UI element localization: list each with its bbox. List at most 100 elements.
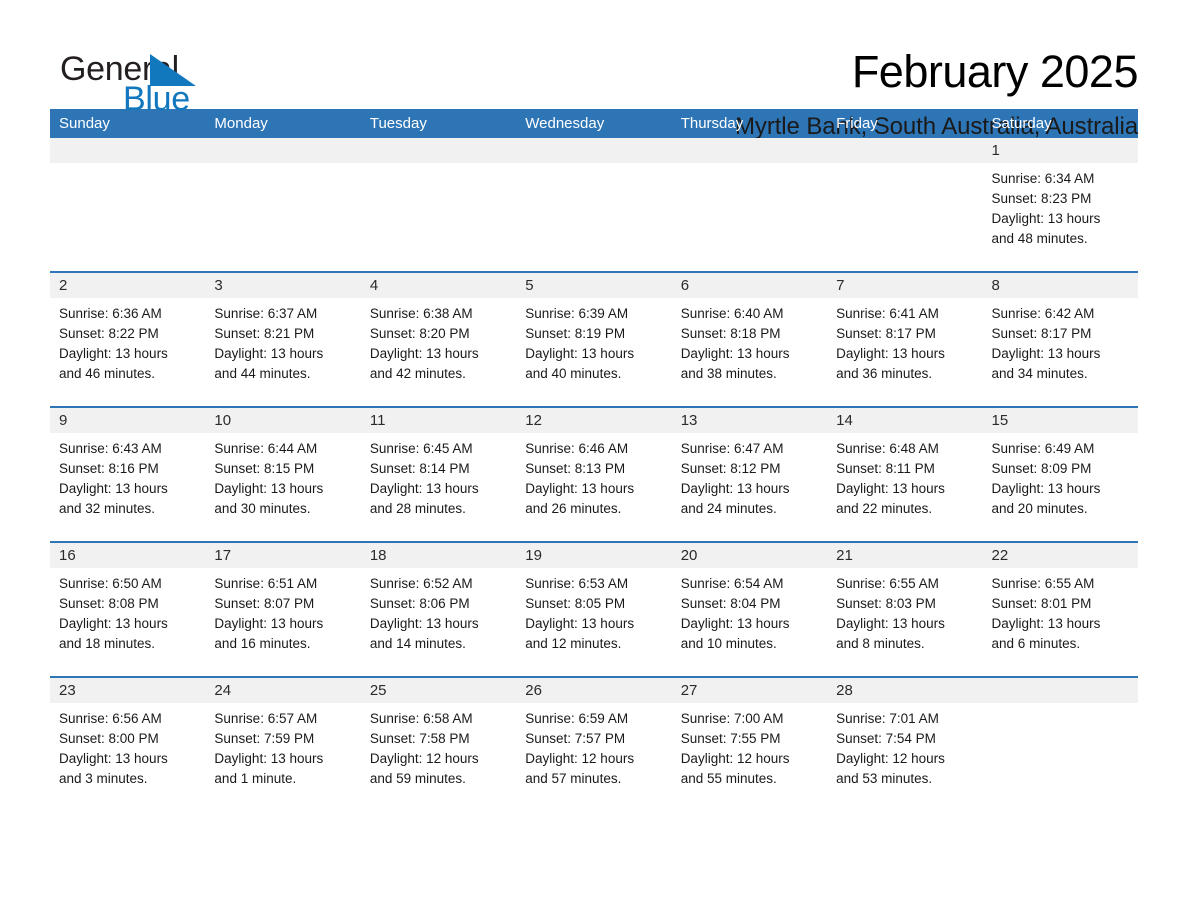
sunset-time: Sunset: 8:11 PM xyxy=(836,461,935,476)
page-title: February 2025 xyxy=(851,46,1139,97)
day-number: 13 xyxy=(671,408,828,433)
sunrise-time: Sunrise: 6:46 AM xyxy=(525,441,629,456)
weekday-header-tuesday: Tuesday xyxy=(369,115,427,132)
daylight-duration-line1: Daylight: 13 hours xyxy=(836,481,945,496)
calendar-day-cell[interactable]: 23 Sunrise: 6:56 AM Sunset: 8:00 PM Dayligh… xyxy=(50,678,206,811)
sunset-time: Sunset: 8:07 PM xyxy=(214,596,315,611)
calendar-day-cell[interactable]: 9 Sunrise: 6:43 AM Sunset: 8:16 PM Daylight… xyxy=(50,408,206,541)
daylight-duration-line2: and 6 minutes. xyxy=(991,636,1081,651)
calendar-week-row: 16 Sunrise: 6:50 AM Sunset: 8:08 PM Dayligh… xyxy=(50,541,1138,676)
daylight-duration-line1: Daylight: 13 hours xyxy=(525,616,635,631)
day-number xyxy=(516,138,672,163)
daylight-duration-line2: and 57 minutes. xyxy=(525,771,622,786)
day-sun-info: Sunrise: 6:41 AM Sunset: 8:17 PM Daylight:… xyxy=(827,298,982,384)
calendar-day-cell[interactable]: 5 Sunrise: 6:39 AM Sunset: 8:19 PM Daylight… xyxy=(516,273,672,406)
calendar-day-cell[interactable]: 11 Sunrise: 6:45 AM Sunset: 8:14 PM Dayligh… xyxy=(360,408,517,541)
sunset-time: Sunset: 8:04 PM xyxy=(680,596,781,611)
sunset-time: Sunset: 7:54 PM xyxy=(836,731,936,746)
daylight-duration-line2: and 30 minutes. xyxy=(214,501,311,516)
calendar-day-cell[interactable]: 17 Sunrise: 6:51 AM Sunset: 8:07 PM Dayligh… xyxy=(205,543,361,676)
calendar-day-cell[interactable]: 27 Sunrise: 7:00 AM Sunset: 7:55 PM Dayligh… xyxy=(671,678,828,811)
sunrise-time: Sunrise: 6:40 AM xyxy=(680,306,784,321)
day-sun-info: Sunrise: 6:50 AM Sunset: 8:08 PM Daylight:… xyxy=(50,568,205,654)
calendar-day-cell[interactable]: 20 Sunrise: 6:54 AM Sunset: 8:04 PM Dayligh… xyxy=(671,543,828,676)
daylight-duration-line2: and 26 minutes. xyxy=(525,501,622,516)
calendar-day-cell[interactable]: 24 Sunrise: 6:57 AM Sunset: 7:59 PM Dayligh… xyxy=(205,678,361,811)
weekday-header-wednesday: Wednesday xyxy=(525,115,605,132)
sunrise-time: Sunrise: 6:48 AM xyxy=(836,441,939,456)
calendar-day-cell[interactable]: 2 Sunrise: 6:36 AM Sunset: 8:22 PM Daylight… xyxy=(50,273,206,406)
sunset-time: Sunset: 8:01 PM xyxy=(991,596,1092,611)
day-sun-info: Sunrise: 6:34 AM Sunset: 8:23 PM Daylight:… xyxy=(983,163,1138,249)
calendar-day-cell[interactable]: 6 Sunrise: 6:40 AM Sunset: 8:18 PM Daylight… xyxy=(671,273,828,406)
sunrise-time: Sunrise: 6:59 AM xyxy=(525,711,629,726)
calendar-day-cell[interactable]: 1 Sunrise: 6:34 AM Sunset: 8:23 PM Daylight… xyxy=(982,138,1138,271)
calendar-day-cell[interactable]: 12 Sunrise: 6:46 AM Sunset: 8:13 PM Dayligh… xyxy=(516,408,672,541)
daylight-duration-line2: and 3 minutes. xyxy=(59,771,148,786)
day-number: 1 xyxy=(982,138,1138,163)
day-number: 10 xyxy=(205,408,361,433)
day-number: 5 xyxy=(516,273,672,298)
general-blue-logo[interactable]: General Blue xyxy=(50,46,240,118)
sunset-time: Sunset: 8:22 PM xyxy=(59,326,159,341)
calendar-day-cell[interactable]: 25 Sunrise: 6:58 AM Sunset: 7:58 PM Dayligh… xyxy=(360,678,517,811)
day-number: 9 xyxy=(50,408,206,433)
daylight-duration-line2: and 1 minute. xyxy=(214,771,297,786)
sunset-time: Sunset: 8:23 PM xyxy=(991,191,1092,206)
day-number: 24 xyxy=(205,678,361,703)
day-number: 4 xyxy=(360,273,517,298)
calendar-day-cell[interactable]: 10 Sunrise: 6:44 AM Sunset: 8:15 PM Dayligh… xyxy=(205,408,361,541)
calendar-week-row: 23 Sunrise: 6:56 AM Sunset: 8:00 PM Dayligh… xyxy=(50,676,1138,811)
calendar-day-cell[interactable]: 8 Sunrise: 6:42 AM Sunset: 8:17 PM Daylight… xyxy=(982,273,1138,406)
calendar-day-cell[interactable]: 14 Sunrise: 6:48 AM Sunset: 8:11 PM Dayligh… xyxy=(827,408,983,541)
calendar-weeks: 1 Sunrise: 6:34 AM Sunset: 8:23 PM Daylight… xyxy=(50,138,1138,811)
daylight-duration-line2: and 36 minutes. xyxy=(836,366,933,381)
sunrise-time: Sunrise: 6:44 AM xyxy=(214,441,318,456)
day-sun-info: Sunrise: 6:40 AM Sunset: 8:18 PM Daylight:… xyxy=(672,298,827,384)
day-sun-info: Sunrise: 6:49 AM Sunset: 8:09 PM Daylight:… xyxy=(983,433,1138,519)
calendar-day-cell[interactable]: 28 Sunrise: 7:01 AM Sunset: 7:54 PM Dayligh… xyxy=(827,678,983,811)
calendar-day-cell[interactable]: 15 Sunrise: 6:49 AM Sunset: 8:09 PM Dayligh… xyxy=(982,408,1138,541)
daylight-duration-line1: Daylight: 12 hours xyxy=(525,751,635,766)
calendar-day-cell[interactable]: 26 Sunrise: 6:59 AM Sunset: 7:57 PM Dayligh… xyxy=(516,678,672,811)
sunset-time: Sunset: 7:55 PM xyxy=(680,731,781,746)
calendar-day-cell[interactable]: 19 Sunrise: 6:53 AM Sunset: 8:05 PM Dayligh… xyxy=(516,543,672,676)
calendar-day-cell[interactable]: 22 Sunrise: 6:55 AM Sunset: 8:01 PM Dayligh… xyxy=(982,543,1138,676)
day-sun-info: Sunrise: 6:54 AM Sunset: 8:04 PM Daylight:… xyxy=(672,568,827,654)
day-sun-info: Sunrise: 6:36 AM Sunset: 8:22 PM Daylight:… xyxy=(50,298,205,384)
sunset-time: Sunset: 8:15 PM xyxy=(214,461,315,476)
calendar-day-cell[interactable]: 21 Sunrise: 6:55 AM Sunset: 8:03 PM Dayligh… xyxy=(827,543,983,676)
day-number: 19 xyxy=(516,543,672,568)
calendar-day-cell[interactable]: 13 Sunrise: 6:47 AM Sunset: 8:12 PM Dayligh… xyxy=(671,408,828,541)
daylight-duration-line1: Daylight: 13 hours xyxy=(59,481,168,496)
sunset-time: Sunset: 7:58 PM xyxy=(369,731,470,746)
daylight-duration-line1: Daylight: 13 hours xyxy=(991,346,1101,361)
daylight-duration-line1: Daylight: 13 hours xyxy=(991,211,1101,226)
day-sun-info: Sunrise: 6:47 AM Sunset: 8:12 PM Daylight:… xyxy=(672,433,827,519)
calendar-day-cell[interactable]: 3 Sunrise: 6:37 AM Sunset: 8:21 PM Daylight… xyxy=(205,273,361,406)
calendar-day-cell[interactable]: 16 Sunrise: 6:50 AM Sunset: 8:08 PM Dayligh… xyxy=(50,543,206,676)
daylight-duration-line1: Daylight: 13 hours xyxy=(369,616,479,631)
day-number: 2 xyxy=(50,273,206,298)
sunset-time: Sunset: 8:16 PM xyxy=(59,461,159,476)
day-sun-info: Sunrise: 6:38 AM Sunset: 8:20 PM Daylight:… xyxy=(361,298,516,384)
sunset-time: Sunset: 8:00 PM xyxy=(59,731,159,746)
day-sun-info: Sunrise: 6:57 AM Sunset: 7:59 PM Daylight:… xyxy=(205,703,360,789)
day-sun-info: Sunrise: 6:37 AM Sunset: 8:21 PM Daylight:… xyxy=(205,298,360,384)
day-number xyxy=(50,138,206,163)
sunrise-time: Sunrise: 6:42 AM xyxy=(991,306,1095,321)
sunrise-time: Sunrise: 6:51 AM xyxy=(214,576,318,591)
calendar-day-cell[interactable]: 4 Sunrise: 6:38 AM Sunset: 8:20 PM Daylight… xyxy=(360,273,517,406)
sunset-time: Sunset: 8:05 PM xyxy=(525,596,626,611)
daylight-duration-line2: and 59 minutes. xyxy=(369,771,466,786)
sunset-time: Sunset: 8:21 PM xyxy=(214,326,315,341)
daylight-duration-line2: and 24 minutes. xyxy=(680,501,777,516)
sunrise-time: Sunrise: 6:41 AM xyxy=(836,306,939,321)
sunrise-time: Sunrise: 6:52 AM xyxy=(369,576,473,591)
daylight-duration-line2: and 14 minutes. xyxy=(369,636,466,651)
calendar-day-cell[interactable]: 18 Sunrise: 6:52 AM Sunset: 8:06 PM Dayligh… xyxy=(360,543,517,676)
day-number: 22 xyxy=(982,543,1138,568)
daylight-duration-line1: Daylight: 13 hours xyxy=(369,346,479,361)
daylight-duration-line2: and 40 minutes. xyxy=(525,366,622,381)
calendar-day-cell[interactable]: 7 Sunrise: 6:41 AM Sunset: 8:17 PM Daylight… xyxy=(827,273,983,406)
